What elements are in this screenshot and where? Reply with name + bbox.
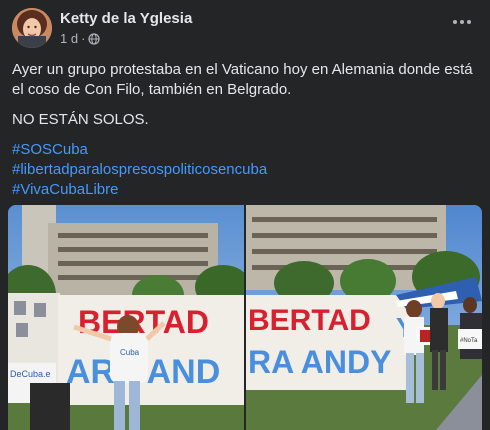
banner-bottom-text: RA ANDY [248,344,391,380]
shirt-text: Cuba [120,348,140,357]
hashtag-libertad-presos[interactable]: #libertadparalospresospoliticosencuba [12,160,478,180]
post-paragraph-1: Ayer un grupo protestaba en el Vaticano … [12,61,473,98]
more-options-icon[interactable] [450,14,474,30]
post-photos: BERTAD ARA AND DeCuba.e Cuba BERTAD RA A… [8,205,482,430]
protest-photo-2: BERTAD RA ANDY Y [246,205,482,430]
post-meta: 1 d · [60,31,101,46]
side-sign-text: DeCuba.e [10,369,51,379]
photo-1[interactable]: BERTAD ARA AND DeCuba.e Cuba [8,205,244,430]
post-timestamp[interactable]: 1 d [60,31,78,46]
meta-separator: · [81,31,86,46]
globe-icon[interactable] [88,32,101,45]
author-avatar[interactable] [12,8,52,48]
hashtag-soscuba[interactable]: #SOSCuba [12,140,478,160]
facebook-post: Ketty de la Yglesia 1 d · Ayer un grupo … [0,0,490,430]
avatar-image [12,8,52,48]
photo-2[interactable]: BERTAD RA ANDY Y [246,205,482,430]
author-name[interactable]: Ketty de la Yglesia [60,10,192,27]
post-paragraph-2: NO ESTÁN SOLOS. [12,111,149,128]
banner-top-text: BERTAD [248,304,371,337]
post-header: Ketty de la Yglesia 1 d · [12,8,478,52]
protest-photo-1: BERTAD ARA AND DeCuba.e Cuba [8,205,244,430]
small-sign-text: #NoTa [460,338,478,344]
hashtag-viva-cuba-libre[interactable]: #VivaCubaLibre [12,180,478,200]
post-text: Ayer un grupo protestaba en el Vaticano … [12,60,478,200]
